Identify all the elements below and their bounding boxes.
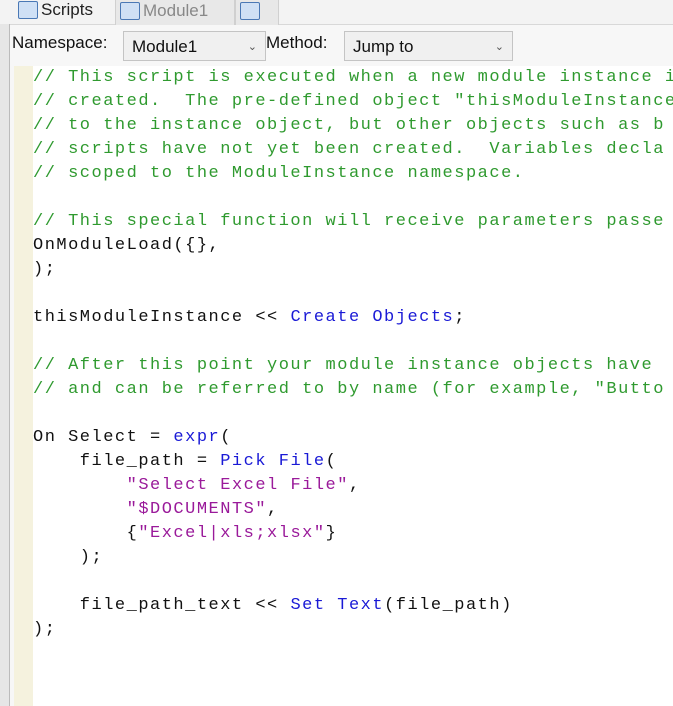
code-line: // created. The pre-defined object "this… — [33, 90, 673, 114]
code-token-comment: // This script is executed when a new mo… — [33, 68, 673, 87]
code-line: thisModuleInstance << Create Objects; — [33, 306, 673, 330]
code-line: // to the instance object, but other obj… — [33, 114, 673, 138]
script-icon — [18, 1, 38, 19]
script-toolbar: Namespace: Module1 ⌄ Method: Jump to ⌄ — [10, 25, 673, 65]
namespace-value: Module1 — [132, 37, 198, 56]
code-token-comment: // and can be referred to by name (for e… — [33, 380, 665, 399]
code-line: file_path = Pick File( — [33, 450, 673, 474]
code-line: OnModuleLoad({}, — [33, 234, 673, 258]
code-token-keyword: Pick File — [220, 452, 326, 471]
code-token-text: On Select = — [33, 428, 174, 447]
code-token-text: ( — [325, 452, 338, 471]
tab-bar: Scripts Module1 — [0, 0, 673, 26]
code-line: // and can be referred to by name (for e… — [33, 378, 673, 402]
chevron-down-icon: ⌄ — [247, 41, 257, 53]
method-select[interactable]: Jump to ⌄ — [344, 31, 513, 61]
code-line: // This special function will receive pa… — [33, 210, 673, 234]
code-line: file_path_text << Set Text(file_path) — [33, 594, 673, 618]
code-token-string: "$DOCUMENTS" — [126, 500, 268, 519]
code-token-text: { — [33, 524, 139, 543]
namespace-label: Namespace: — [12, 33, 108, 52]
tab-label: Module1 — [143, 1, 209, 20]
code-token-text: ); — [33, 548, 104, 567]
left-panel-edge — [0, 24, 10, 706]
code-token-text: file_path_text << — [33, 596, 291, 615]
tab-label: Scripts — [41, 0, 93, 19]
tab-new-module[interactable] — [235, 0, 279, 26]
code-line: // scripts have not yet been created. Va… — [33, 138, 673, 162]
chevron-down-icon: ⌄ — [494, 41, 504, 53]
code-token-string: "Excel|xls;xlsx" — [138, 524, 326, 543]
tab-scripts[interactable]: Scripts — [14, 0, 97, 24]
code-line: ); — [33, 618, 673, 642]
code-token-keyword: Create Objects — [290, 308, 455, 327]
code-token-keyword: expr — [173, 428, 221, 447]
code-line: // After this point your module instance… — [33, 354, 673, 378]
tab-module1[interactable]: Module1 — [115, 0, 235, 26]
code-token-text: ( — [220, 428, 232, 447]
code-token-text: ; — [454, 308, 466, 327]
code-token-text: (file_path) — [384, 596, 513, 615]
code-token-comment: // scoped to the ModuleInstance namespac… — [33, 164, 525, 183]
code-token-comment: // created. The pre-defined object "this… — [33, 92, 673, 111]
module-icon — [120, 2, 140, 20]
code-line: {"Excel|xls;xlsx"} — [33, 522, 673, 546]
code-token-text: ); — [33, 260, 57, 279]
code-editor[interactable]: // This script is executed when a new mo… — [33, 66, 673, 706]
namespace-select[interactable]: Module1 ⌄ — [123, 31, 266, 61]
code-line: // This script is executed when a new mo… — [33, 66, 673, 90]
code-token-text: OnModuleLoad({}, — [33, 236, 221, 255]
code-token-text: , — [267, 500, 279, 519]
code-line: "$DOCUMENTS", — [33, 498, 673, 522]
code-token-text: , — [348, 476, 361, 495]
code-token-text: } — [325, 524, 338, 543]
method-label: Method: — [266, 33, 328, 52]
code-line: "Select Excel File", — [33, 474, 673, 498]
code-line: ); — [33, 546, 673, 570]
editor-gutter — [14, 66, 33, 706]
code-token-comment: // scripts have not yet been created. Va… — [33, 140, 665, 159]
code-line: ); — [33, 258, 673, 282]
code-token-comment: // to the instance object, but other obj… — [33, 116, 665, 135]
code-token-text: thisModuleInstance << — [33, 308, 291, 327]
new-module-icon — [240, 2, 260, 20]
code-token-keyword: Set Text — [290, 596, 385, 615]
code-line: // scoped to the ModuleInstance namespac… — [33, 162, 673, 186]
code-token-string: "Select Excel File" — [126, 476, 349, 495]
code-line: On Select = expr( — [33, 426, 673, 450]
code-token-text: ); — [33, 620, 57, 639]
code-token-text: file_path = — [33, 452, 221, 471]
code-content: // This script is executed when a new mo… — [33, 66, 673, 642]
method-value: Jump to — [353, 37, 414, 56]
code-token-comment: // This special function will receive pa… — [33, 212, 665, 231]
code-token-comment: // After this point your module instance… — [33, 356, 654, 375]
